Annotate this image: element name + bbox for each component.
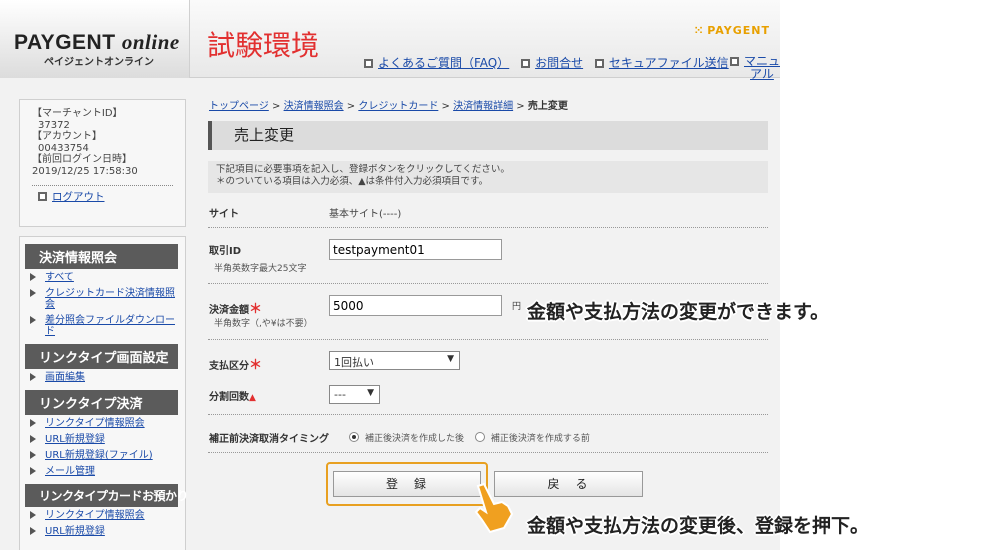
logo-subtext: ペイジェントオンライン bbox=[44, 57, 154, 68]
header: PAYGENT online ペイジェントオンライン 試験環境 ⁙ PAYGENT… bbox=[0, 0, 780, 81]
site-label: サイト bbox=[209, 209, 239, 220]
app-frame: PAYGENT online ペイジェントオンライン 試験環境 ⁙ PAYGENT… bbox=[0, 0, 780, 550]
nav-item-url-file[interactable]: URL新規登録(ファイル) bbox=[25, 450, 180, 461]
nav-item-mail[interactable]: メール管理 bbox=[25, 466, 180, 477]
last-login: 2019/12/25 17:58:30 bbox=[32, 165, 138, 177]
environment-label: 試験環境 bbox=[207, 29, 320, 62]
brand-dots-icon: ⁙ bbox=[694, 24, 705, 37]
radio-icon[interactable] bbox=[474, 432, 485, 442]
txn-id-label: 取引ID bbox=[209, 246, 242, 257]
faq-link[interactable]: よくあるご質問（FAQ） bbox=[378, 56, 509, 70]
method-label: 支払区分＊ bbox=[209, 358, 263, 373]
account-id: 00433754 bbox=[38, 142, 89, 154]
top-links: よくあるご質問（FAQ） お問合せ セキュアファイル送信 bbox=[364, 54, 737, 71]
merchant-id: 37372 bbox=[38, 119, 70, 131]
nav-heading: リンクタイプ画面設定 bbox=[25, 344, 178, 369]
nav-heading: 決済情報照会 bbox=[25, 244, 178, 269]
nav-item-diff-download[interactable]: 差分照会ファイルダウンロード bbox=[25, 315, 180, 337]
crumb-current: 売上変更 bbox=[527, 101, 568, 112]
logout-bullet-icon bbox=[38, 192, 47, 201]
txn-id-note: 半角英数字最大25文字 bbox=[214, 264, 307, 274]
amount-label: 決済金額＊ bbox=[209, 302, 263, 317]
crumb-top[interactable]: トップページ bbox=[209, 101, 269, 112]
nav-heading: リンクタイプカードお預かり bbox=[25, 484, 189, 507]
secure-file-link[interactable]: セキュアファイル送信 bbox=[609, 56, 729, 70]
nav-item-all[interactable]: すべて bbox=[25, 272, 180, 283]
logo[interactable]: PAYGENT online ペイジェントオンライン bbox=[0, 0, 190, 78]
manual-link[interactable]: マニュ アル bbox=[728, 55, 780, 81]
txn-id-input[interactable] bbox=[329, 239, 502, 260]
amount-input[interactable] bbox=[329, 295, 502, 316]
link-bullet-icon bbox=[594, 59, 604, 68]
timing-after-option[interactable]: 補正後決済を作成した後 bbox=[349, 432, 464, 444]
pointing-hand-icon bbox=[474, 482, 514, 534]
divider bbox=[208, 414, 768, 415]
amount-unit: 円 bbox=[512, 302, 522, 312]
nav-heading: リンクタイプ決済 bbox=[25, 390, 178, 415]
crumb-detail[interactable]: 決済情報詳細 bbox=[453, 101, 513, 112]
callout-press-register: 金額や支払方法の変更後、登録を押下。 bbox=[527, 515, 870, 537]
divider bbox=[32, 185, 173, 186]
crumb-credit[interactable]: クレジットカード bbox=[358, 101, 438, 112]
nav-item-card-info[interactable]: リンクタイプ情報照会 bbox=[25, 510, 180, 521]
divider bbox=[208, 452, 768, 453]
amount-note: 半角数字（,や¥は不要） bbox=[214, 319, 313, 329]
dropdown-arrow-icon: ▼ bbox=[447, 354, 454, 364]
nav-item-link-info[interactable]: リンクタイプ情報照会 bbox=[25, 418, 180, 429]
link-bullet-icon bbox=[521, 59, 531, 68]
nav-item-card-url[interactable]: URL新規登録 bbox=[25, 526, 180, 537]
account-info: 【マーチャントID】 37372 【アカウント】 00433754 【前回ログイ… bbox=[19, 99, 186, 227]
crumb-payment[interactable]: 決済情報照会 bbox=[284, 101, 344, 112]
divider bbox=[208, 227, 768, 228]
nav-item-screen-edit[interactable]: 画面編集 bbox=[25, 372, 180, 383]
radio-selected-icon[interactable] bbox=[349, 432, 359, 442]
installments-select[interactable]: --- ▼ bbox=[329, 385, 380, 404]
breadcrumb: トップページ > 決済情報照会 > クレジットカード > 決済情報詳細 > 売上… bbox=[209, 101, 568, 112]
timing-options: 補正後決済を作成した後 補正後決済を作成する前 bbox=[349, 431, 598, 444]
sidebar-nav: 決済情報照会 すべて クレジットカード決済情報照会 差分照会ファイルダウンロード… bbox=[19, 236, 189, 550]
logo-text: PAYGENT online bbox=[14, 30, 180, 54]
timing-label: 補正前決済取消タイミング bbox=[209, 434, 329, 445]
logout-link[interactable]: ログアウト bbox=[52, 191, 105, 203]
nav-item-credit-card[interactable]: クレジットカード決済情報照会 bbox=[25, 288, 180, 310]
link-bullet-icon bbox=[730, 57, 739, 66]
brand-logo: ⁙ PAYGENT bbox=[694, 24, 770, 37]
timing-before-option[interactable]: 補正後決済を作成する前 bbox=[474, 432, 590, 444]
link-bullet-icon bbox=[364, 59, 373, 68]
divider bbox=[208, 339, 768, 340]
dropdown-arrow-icon: ▼ bbox=[367, 388, 374, 398]
split-label: 分割回数▲ bbox=[209, 392, 256, 403]
contact-link[interactable]: お問合せ bbox=[535, 56, 583, 70]
payment-method-select[interactable]: 1回払い ▼ bbox=[329, 351, 460, 370]
nav-item-url-new[interactable]: URL新規登録 bbox=[25, 434, 180, 445]
register-button[interactable]: 登 録 bbox=[333, 471, 481, 497]
page-title: 売上変更 bbox=[208, 121, 768, 150]
callout-change-info: 金額や支払方法の変更ができます。 bbox=[527, 301, 830, 323]
divider bbox=[208, 283, 768, 284]
instructions: 下記項目に必要事項を記入し、登録ボタンをクリックしてください。 ＊のついている項… bbox=[208, 161, 768, 193]
site-value: 基本サイト(----) bbox=[329, 209, 402, 220]
